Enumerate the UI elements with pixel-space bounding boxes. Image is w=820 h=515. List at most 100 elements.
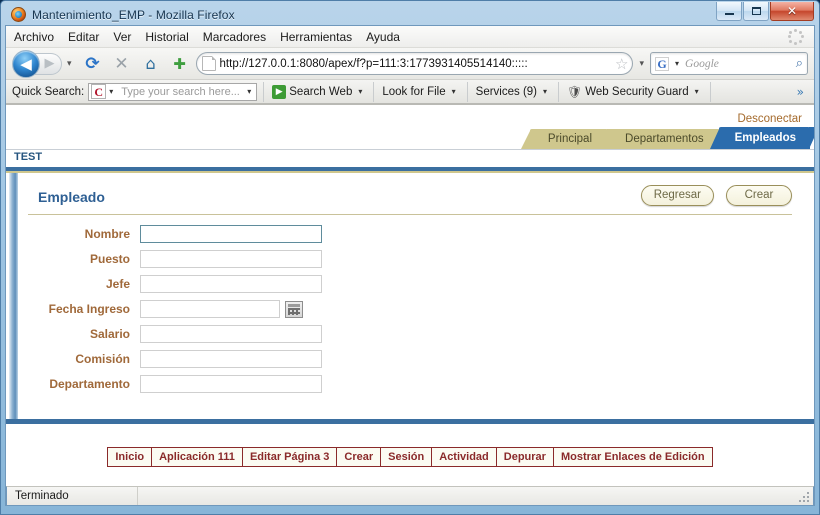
window-controls: ✕ — [715, 2, 814, 21]
form-row: Jefe — [28, 275, 792, 293]
input-comision[interactable] — [140, 350, 322, 368]
tab-label: Empleados — [734, 132, 796, 144]
resize-grip-icon[interactable] — [798, 491, 810, 503]
chevron-down-icon[interactable]: ▾ — [540, 87, 550, 96]
chevron-down-icon[interactable]: ▾ — [106, 87, 116, 96]
close-icon: ✕ — [786, 4, 798, 18]
menu-marcadores[interactable]: Marcadores — [203, 30, 266, 44]
input-jefe[interactable] — [140, 275, 322, 293]
label-nombre: Nombre — [84, 227, 130, 241]
firefox-icon — [11, 7, 26, 22]
input-puesto[interactable] — [140, 250, 322, 268]
dev-link-inicio[interactable]: Inicio — [108, 448, 153, 466]
input-departamento[interactable] — [140, 375, 322, 393]
menu-archivo[interactable]: Archivo — [14, 30, 54, 44]
apex-page: Desconectar Principal Departamentos Empl… — [6, 105, 814, 486]
menu-bar: Archivo Editar Ver Historial Marcadores … — [6, 26, 814, 48]
overflow-chevron-icon[interactable]: » — [797, 85, 808, 99]
page-icon — [201, 56, 216, 71]
chevron-down-icon[interactable]: ▾ — [672, 59, 682, 68]
dev-link-crear[interactable]: Crear — [337, 448, 382, 466]
regresar-button[interactable]: Regresar — [640, 185, 714, 206]
minimize-button[interactable] — [716, 2, 742, 21]
menu-ayuda[interactable]: Ayuda — [366, 30, 400, 44]
chevron-down-icon[interactable]: ▾ — [449, 87, 459, 96]
services-button[interactable]: Services (9) ▾ — [474, 86, 552, 98]
label-comision: Comisión — [75, 352, 130, 366]
maximize-button[interactable] — [743, 2, 769, 21]
crear-button[interactable]: Crear — [726, 185, 792, 206]
quick-search-input[interactable]: Type your search here... — [116, 86, 244, 98]
new-page-button[interactable]: ✚ — [167, 51, 193, 77]
label-puesto: Puesto — [89, 252, 130, 266]
back-icon: ◀ — [20, 54, 32, 73]
tab-label: Departamentos — [625, 133, 704, 145]
logout-link[interactable]: Desconectar — [737, 113, 802, 125]
loading-spinner-icon — [788, 29, 804, 45]
employee-region: Empleado Regresar Crear Nombre Puesto Je… — [28, 183, 792, 400]
tab-group: Principal Departamentos Empleados — [520, 127, 814, 149]
chevron-down-icon[interactable]: ▾ — [244, 87, 254, 96]
form-row: Puesto — [28, 250, 792, 268]
tab-bar: Principal Departamentos Empleados — [6, 127, 814, 149]
dev-link-editar-pagina[interactable]: Editar Página 3 — [242, 448, 338, 466]
menu-ver[interactable]: Ver — [113, 30, 131, 44]
region-header: Empleado Regresar Crear — [28, 183, 792, 206]
close-button[interactable]: ✕ — [770, 2, 814, 21]
dev-link-aplicacion[interactable]: Aplicación 111 — [152, 448, 243, 466]
divider — [709, 81, 711, 102]
home-button[interactable]: ⌂ — [138, 51, 164, 77]
divider — [373, 81, 375, 102]
menu-herramientas[interactable]: Herramientas — [280, 30, 352, 44]
label-jefe: Jefe — [105, 277, 130, 291]
look-for-file-button[interactable]: Look for File ▾ — [380, 86, 460, 98]
close-icon: ✕ — [114, 53, 129, 74]
calendar-icon[interactable] — [285, 300, 303, 318]
menu-editar[interactable]: Editar — [68, 30, 99, 44]
search-icon[interactable]: ⌕ — [796, 56, 803, 71]
input-salario[interactable] — [140, 325, 322, 343]
label-fecha-ingreso: Fecha Ingreso — [48, 302, 130, 316]
chevron-down-icon[interactable]: ▾ — [692, 87, 702, 96]
minimize-icon — [724, 12, 734, 15]
search-web-button[interactable]: ▶ Search Web ▾ — [270, 84, 367, 99]
search-bar[interactable]: G ▾ Google ⌕ — [650, 52, 808, 75]
forward-icon: ▶ — [44, 56, 55, 71]
shield-icon: 🛡 — [567, 84, 583, 99]
form-row: Comisión — [28, 350, 792, 368]
input-nombre[interactable] — [140, 225, 322, 243]
quick-search-box[interactable]: C ▾ Type your search here... ▾ — [88, 82, 258, 101]
left-accent-strip — [9, 173, 18, 419]
dev-link-mostrar-enlaces[interactable]: Mostrar Enlaces de Edición — [553, 448, 712, 466]
chevron-down-icon[interactable]: ▾ — [355, 87, 365, 96]
reload-button[interactable]: ⟳ — [80, 51, 106, 77]
url-bar[interactable]: http://127.0.0.1:8080/apex/f?p=111:3:177… — [195, 52, 634, 75]
url-input[interactable]: http://127.0.0.1:8080/apex/f?p=111:3:177… — [220, 58, 611, 70]
search-input[interactable]: Google — [685, 58, 793, 70]
bookmark-star-icon[interactable]: ☆ — [615, 55, 628, 73]
input-fecha-ingreso[interactable] — [140, 300, 280, 318]
tab-empleados[interactable]: Empleados — [709, 127, 814, 149]
dev-link-sesion[interactable]: Sesión — [381, 448, 433, 466]
page-viewport: Desconectar Principal Departamentos Empl… — [6, 104, 814, 486]
divider — [558, 81, 560, 102]
logout-row: Desconectar — [6, 105, 814, 127]
menu-historial[interactable]: Historial — [145, 30, 188, 44]
back-button[interactable]: ◀ — [12, 49, 40, 78]
dev-link-depurar[interactable]: Depurar — [496, 448, 554, 466]
browser-window: Mantenimiento_EMP - Mozilla Firefox ✕ Ar… — [0, 0, 820, 515]
stop-button[interactable]: ✕ — [109, 51, 135, 77]
dev-link-actividad[interactable]: Actividad — [432, 448, 497, 466]
tab-departamentos[interactable]: Departamentos — [598, 129, 729, 149]
services-label: Services (9) — [475, 85, 538, 98]
chevron-down-icon[interactable]: ▾ — [67, 59, 72, 69]
employee-form: Nombre Puesto Jefe Fecha Ingreso Salario… — [28, 215, 792, 393]
status-text: Terminado — [15, 490, 69, 502]
maximize-icon — [751, 7, 761, 15]
web-security-guard-button[interactable]: 🛡 Web Security Guard ▾ — [565, 85, 704, 99]
tab-principal[interactable]: Principal — [520, 129, 618, 149]
web-security-guard-label: Web Security Guard — [585, 85, 689, 98]
google-icon: G — [655, 56, 669, 71]
status-bar: Terminado — [6, 486, 814, 506]
chevron-down-icon[interactable]: ▾ — [636, 59, 647, 69]
